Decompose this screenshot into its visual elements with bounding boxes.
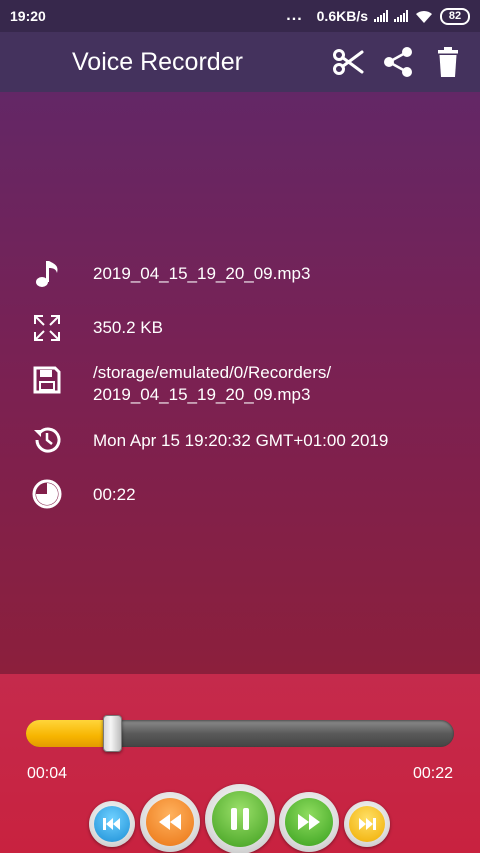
seek-bar-thumb[interactable]: [103, 715, 122, 752]
status-time: 19:20: [10, 8, 46, 24]
recording-details: 2019_04_15_19_20_09.mp3 350.2 KB /storag…: [0, 92, 480, 674]
signal-icon: [374, 10, 388, 22]
status-right: ... 0.6KB/s 82: [286, 7, 470, 25]
toolbar: Voice Recorder: [0, 32, 480, 92]
wifi-icon: [416, 10, 432, 23]
timer-icon: [32, 479, 62, 509]
skip-previous-button[interactable]: [89, 801, 135, 847]
history-icon: [34, 427, 61, 453]
file-path-line-1: /storage/emulated/0/Recorders/: [93, 363, 332, 382]
player-panel: 00:04 00:22: [0, 674, 480, 853]
share-icon[interactable]: [382, 46, 414, 78]
seek-bar[interactable]: [26, 720, 454, 747]
pause-icon: [231, 808, 249, 830]
file-path-line-2: 2019_04_15_19_20_09.mp3: [93, 385, 311, 404]
rewind-button[interactable]: [140, 792, 200, 852]
toolbar-actions: [332, 46, 464, 78]
skip-previous-icon: [103, 818, 120, 830]
seek-bar-progress: [26, 720, 112, 747]
expand-icon: [34, 315, 60, 341]
page-title: Voice Recorder: [72, 48, 243, 76]
music-note-icon: [36, 261, 58, 287]
playback-controls: [0, 784, 480, 853]
status-bar: 19:20 ... 0.6KB/s 82: [0, 0, 480, 32]
signal-icon-2: [394, 10, 408, 22]
rewind-icon: [159, 814, 181, 830]
battery-badge: 82: [440, 7, 470, 25]
skip-next-button[interactable]: [344, 801, 390, 847]
total-time: 00:22: [412, 765, 453, 782]
current-time: 00:04: [27, 765, 68, 782]
fast-forward-button[interactable]: [279, 792, 339, 852]
status-dots: ...: [286, 7, 303, 24]
record-duration: 00:22: [93, 485, 136, 504]
save-icon: [33, 366, 61, 394]
net-speed: 0.6KB/s: [316, 8, 368, 24]
trash-icon[interactable]: [432, 46, 464, 78]
file-size: 350.2 KB: [93, 318, 163, 337]
file-name: 2019_04_15_19_20_09.mp3: [93, 264, 311, 283]
scissors-icon[interactable]: [332, 46, 364, 78]
file-path: /storage/emulated/0/Recorders/ 2019_04_1…: [93, 362, 331, 406]
record-date: Mon Apr 15 19:20:32 GMT+01:00 2019: [93, 431, 389, 450]
fast-forward-icon: [298, 814, 320, 830]
pause-button[interactable]: [205, 784, 275, 853]
skip-next-icon: [359, 818, 376, 830]
